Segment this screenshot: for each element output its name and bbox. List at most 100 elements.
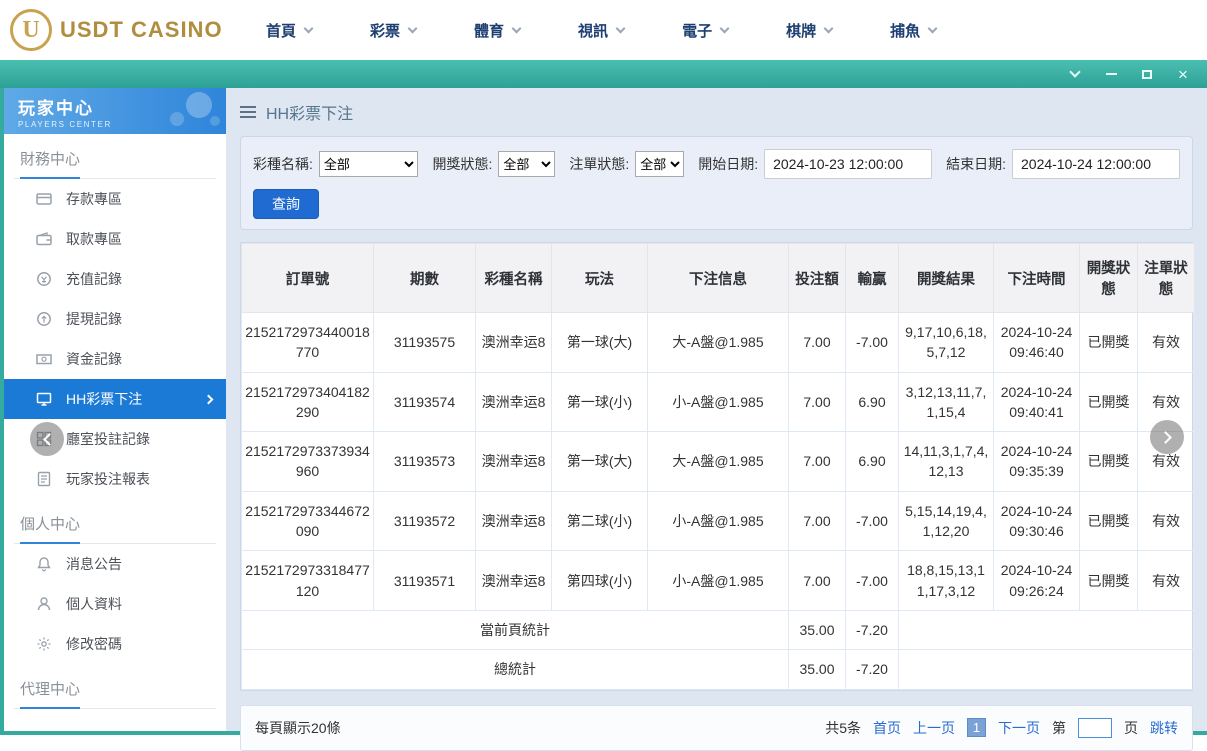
sidebar-item-recharge-record[interactable]: 充值記錄 — [4, 259, 226, 299]
bet-table: 訂單號 期數 彩種名稱 玩法 下注信息 投注額 輸贏 開獎結果 下注時間 開獎狀態 注單狀態 215… — [240, 242, 1195, 691]
table-cell: 第四球(小) — [551, 550, 648, 611]
table-cell: 第二球(小) — [551, 490, 648, 552]
profile-icon — [36, 596, 52, 612]
table-cell: 5,15,14,19,4,1,12,20 — [898, 490, 994, 552]
summary-label: 總統計 — [241, 649, 789, 690]
nav-item-video[interactable]: 視訊 — [578, 20, 626, 41]
search-button[interactable]: 查詢 — [253, 189, 319, 219]
logo-icon: U — [10, 9, 52, 51]
sidebar-item-label: 個人資料 — [66, 596, 122, 612]
column-header: 投注額 — [788, 243, 846, 313]
table-cell: 7.00 — [788, 312, 846, 373]
summary-bet-total: 35.00 — [788, 609, 846, 651]
app-body: 玩家中心 PLAYERS CENTER 財務中心 存款專區 取款專區 充值記錄 提現記錄… — [0, 88, 1207, 751]
current-page-button[interactable]: 1 — [967, 718, 986, 738]
table-cell: 31193575 — [373, 312, 476, 373]
table-cell: 小-A盤@1.985 — [647, 550, 789, 611]
pagination-bar: 每頁顯示20條 共5条 首页 上一页 1 下一页 第 页 跳转 — [240, 704, 1193, 751]
nav-item-lottery[interactable]: 彩票 — [370, 20, 418, 41]
table-cell: 大-A盤@1.985 — [647, 312, 789, 373]
withdraw-icon — [36, 231, 52, 247]
table-cell: 2152172973373934960 — [241, 431, 374, 492]
sidebar-item-label: 消息公告 — [66, 556, 122, 572]
sidebar-item-lottery-bet[interactable]: HH彩票下注 — [4, 379, 226, 419]
order-status-filter-label: 注單狀態: — [569, 156, 630, 172]
nav-item-home[interactable]: 首頁 — [266, 20, 314, 41]
table-cell: 澳洲幸运8 — [475, 312, 552, 373]
sidebar-item-funds-record[interactable]: 資金記錄 — [4, 339, 226, 379]
deposit-icon — [36, 191, 52, 207]
table-cell: 7.00 — [788, 490, 846, 552]
sidebar-item-password[interactable]: 修改密碼 — [4, 624, 226, 664]
column-header: 輸贏 — [845, 243, 899, 313]
summary-empty-cell — [898, 649, 1195, 690]
page-title: HH彩票下注 — [266, 106, 354, 123]
table-cell: 已開獎 — [1079, 431, 1138, 492]
page-header: HH彩票下注 — [240, 88, 1193, 136]
column-header: 下注時間 — [993, 243, 1080, 313]
order-status-filter-select[interactable]: 全部 — [635, 151, 685, 177]
table-cell: 小-A盤@1.985 — [647, 371, 789, 433]
chevron-left-icon — [42, 432, 56, 446]
start-date-input[interactable] — [764, 149, 933, 179]
sidebar-item-player-report[interactable]: 玩家投注報表 — [4, 459, 226, 499]
funds-record-icon — [36, 351, 52, 367]
maximize-button[interactable] — [1139, 66, 1155, 82]
end-date-input[interactable] — [1012, 149, 1180, 179]
sidebar-title: 玩家中心 — [18, 99, 94, 118]
window-dropdown-button[interactable] — [1067, 66, 1083, 82]
sidebar-item-label: 玩家投注報表 — [66, 471, 150, 487]
table-cell: 14,11,3,1,7,4,12,13 — [898, 431, 994, 492]
column-header: 開獎結果 — [898, 243, 994, 313]
nav-item-fishing[interactable]: 捕魚 — [890, 20, 938, 41]
sidebar-header: 玩家中心 PLAYERS CENTER — [4, 88, 226, 134]
table-row: 2152172973404182290 31193574 澳洲幸运8 第一球(小) 小-… — [241, 371, 1195, 433]
close-button[interactable]: × — [1175, 66, 1191, 83]
table-cell: 31193572 — [373, 490, 476, 552]
table-cell: 有效 — [1137, 550, 1195, 611]
sidebar-item-announcement[interactable]: 消息公告 — [4, 544, 226, 584]
menu-toggle-icon[interactable] — [240, 106, 256, 118]
summary-win-loss-total: -7.20 — [845, 649, 899, 690]
sidebar-item-deposit[interactable]: 存款專區 — [4, 179, 226, 219]
table-cell: 3,12,13,11,7,1,15,4 — [898, 371, 994, 433]
expand-panel-arrow-button[interactable] — [1150, 420, 1184, 454]
chevron-right-icon — [203, 394, 214, 404]
chevron-down-icon — [1069, 66, 1081, 78]
minimize-button[interactable] — [1103, 66, 1119, 82]
table-cell: 9,17,10,6,18,5,7,12 — [898, 312, 994, 373]
table-cell: -7.00 — [845, 550, 899, 611]
sidebar-item-profile[interactable]: 個人資料 — [4, 584, 226, 624]
chevron-down-icon — [615, 23, 626, 33]
table-cell: 2024-10-24 09:35:39 — [993, 431, 1080, 492]
table-cell: 2024-10-24 09:40:41 — [993, 371, 1080, 433]
table-cell: 7.00 — [788, 431, 846, 492]
collapse-sidebar-arrow-button[interactable] — [30, 422, 64, 456]
sidebar-item-withdraw-record[interactable]: 提現記錄 — [4, 299, 226, 339]
nav-item-slots[interactable]: 電子 — [682, 20, 730, 41]
table-row: 2152172973318477120 31193571 澳洲幸运8 第四球(小) 小-… — [241, 550, 1195, 611]
draw-status-filter-select[interactable]: 全部 — [498, 151, 556, 177]
nav-item-label: 首頁 — [266, 22, 297, 40]
sidebar-item-label: 提現記錄 — [66, 311, 122, 327]
chevron-down-icon — [511, 23, 522, 33]
summary-win-loss-total: -7.20 — [845, 609, 899, 651]
table-cell: 已開獎 — [1079, 371, 1138, 433]
column-header: 訂單號 — [241, 243, 374, 313]
sidebar-subtitle: PLAYERS CENTER — [18, 120, 112, 129]
sidebar-item-label: 取款專區 — [66, 231, 122, 247]
nav-item-sports[interactable]: 體育 — [474, 20, 522, 41]
table-cell: 2152172973404182290 — [241, 371, 374, 433]
table-cell: 2152172973318477120 — [241, 550, 374, 611]
logo[interactable]: U USDT CASINO — [0, 9, 238, 51]
column-header: 下注信息 — [647, 243, 789, 313]
table-cell: 2152172973440018770 — [241, 312, 374, 373]
table-cell: 6.90 — [845, 371, 899, 433]
column-header: 期數 — [373, 243, 476, 313]
lottery-filter-select[interactable]: 全部 — [318, 151, 419, 177]
nav-item-board-games[interactable]: 棋牌 — [786, 20, 834, 41]
sidebar-item-withdraw[interactable]: 取款專區 — [4, 219, 226, 259]
table-cell: 小-A盤@1.985 — [647, 490, 789, 552]
bet-table-body: 2152172973440018770 31193575 澳洲幸运8 第一球(大) 大-… — [241, 312, 1195, 690]
table-row: 2152172973344672090 31193572 澳洲幸运8 第二球(小) 小-… — [241, 490, 1195, 552]
